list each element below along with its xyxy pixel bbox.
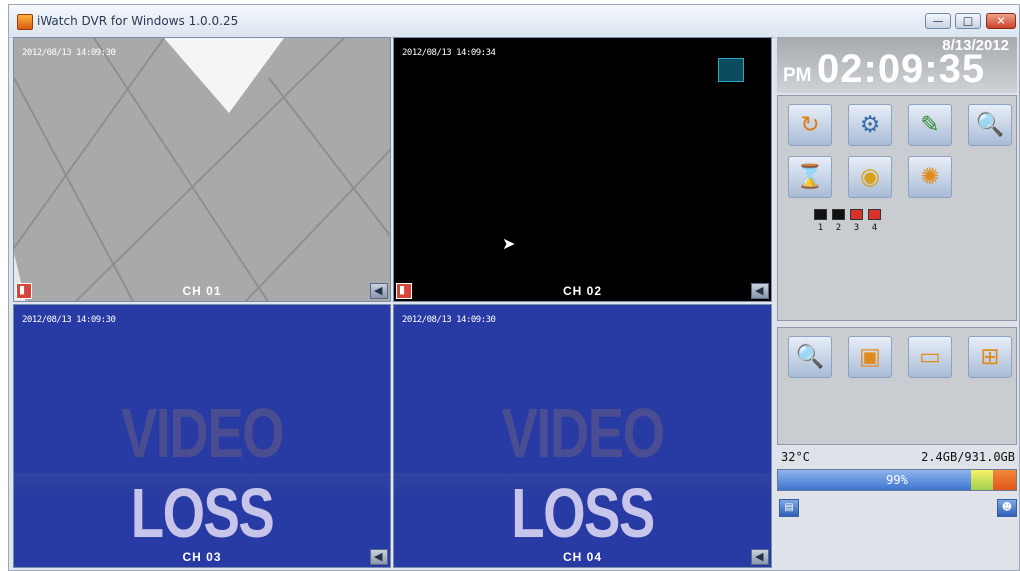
channel-label: CH 01 — [182, 284, 222, 298]
clock-display: 8/13/2012 PM 02:09:35 — [777, 37, 1017, 93]
log-button[interactable]: ✎ — [908, 104, 952, 146]
audio-toggle-button[interactable]: ◀ — [370, 283, 388, 299]
single-view-button[interactable]: ▣ — [848, 336, 892, 378]
close-icon: ✕ — [996, 14, 1006, 28]
backup-icon: ⌛ — [795, 164, 825, 190]
camera-timestamp: 2012/08/13 14:09:30 — [22, 315, 116, 325]
user-icon: ☻ — [1001, 502, 1013, 513]
full-view-button[interactable]: ▭ — [908, 336, 952, 378]
zoom-button[interactable]: 🔍 — [788, 336, 832, 378]
hdd-usage-percent: 99% — [886, 473, 908, 487]
channel-status-indicator — [868, 209, 881, 220]
speaker-icon: ◀ — [755, 284, 764, 297]
video-loss-text: VIDEO LOSS — [120, 394, 285, 552]
search-icon: 🔍 — [975, 112, 1005, 138]
maximize-icon: □ — [962, 14, 974, 28]
single-view-icon: ▣ — [859, 344, 881, 370]
channel-number: 4 — [871, 223, 878, 233]
camera-view-ch01[interactable]: 2012/08/13 14:09:30 ▮ CH 01 ◀ — [13, 37, 391, 302]
channel-label: CH 02 — [562, 284, 602, 298]
dvr-window: iWatch DVR for Windows 1.0.0.25 — □ ✕ 20… — [8, 4, 1020, 571]
network-button[interactable]: ⚙ — [848, 104, 892, 146]
audio-toggle-button[interactable]: ◀ — [751, 549, 769, 565]
search-button[interactable]: 🔍 — [968, 104, 1012, 146]
network-settings-button[interactable]: ▤ — [779, 499, 799, 517]
video-loss-text: VIDEO LOSS — [501, 394, 665, 552]
network-icon: ⚙ — [859, 112, 881, 138]
quad-view-icon: ⊞ — [980, 344, 1000, 370]
channel-status-indicator — [832, 209, 845, 220]
monitor-icon: ▤ — [784, 502, 794, 513]
channel-label: CH 04 — [562, 550, 602, 564]
full-view-icon: ▭ — [919, 344, 941, 370]
audio-toggle-button[interactable]: ◀ — [751, 283, 769, 299]
user-button[interactable]: ☻ — [997, 499, 1017, 517]
minimize-button[interactable]: — — [925, 13, 951, 29]
camera-timestamp: 2012/08/13 14:09:34 — [402, 48, 496, 58]
channel-status-indicator — [814, 209, 827, 220]
quad-view-button[interactable]: ⊞ — [968, 336, 1012, 378]
speaker-icon: ◀ — [374, 284, 383, 297]
close-button[interactable]: ✕ — [986, 13, 1016, 29]
speaker-icon: ◀ — [374, 550, 383, 563]
network-status-icon — [718, 58, 744, 82]
log-icon: ✎ — [920, 112, 940, 138]
backup-button[interactable]: ⌛ — [788, 156, 832, 198]
hdd-usage-bar: 99% — [777, 469, 1017, 491]
view-panel: 🔍 ▣ ▭ ⊞ — [777, 327, 1017, 445]
window-title: iWatch DVR for Windows 1.0.0.25 — [37, 14, 239, 28]
camera-view-ch03[interactable]: 2012/08/13 14:09:30 VIDEO LOSS CH 03 ◀ — [13, 304, 391, 568]
channel-number: 3 — [853, 223, 860, 233]
hdd-capacity: 2.4GB/931.0GB — [921, 450, 1015, 464]
clock-time: 02:09:35 — [817, 47, 986, 91]
camera-timestamp: 2012/08/13 14:09:30 — [22, 48, 116, 58]
zoom-icon: 🔍 — [795, 344, 825, 370]
playback-icon: ↻ — [800, 112, 820, 138]
camera-view-ch04[interactable]: 2012/08/13 14:09:30 VIDEO LOSS CH 04 ◀ — [393, 304, 772, 568]
ptz-button[interactable]: ◉ — [848, 156, 892, 198]
channel-status-indicator — [850, 209, 863, 220]
playback-button[interactable]: ↻ — [788, 104, 832, 146]
channel-number: 1 — [817, 223, 824, 233]
app-logo-icon — [17, 14, 33, 30]
speaker-icon: ◀ — [755, 550, 764, 563]
channel-label: CH 03 — [182, 550, 222, 564]
title-bar[interactable]: iWatch DVR for Windows 1.0.0.25 — □ ✕ — [9, 5, 1019, 38]
settings-icon: ✺ — [920, 164, 940, 190]
audio-toggle-button[interactable]: ◀ — [370, 549, 388, 565]
function-panel: ↻ ⚙ ✎ 🔍 ⌛ ◉ ✺ 1 2 3 4 — [777, 95, 1017, 321]
camera-timestamp: 2012/08/13 14:09:30 — [402, 315, 496, 325]
ptz-icon: ◉ — [859, 164, 881, 190]
hdd-temperature: 32°C — [781, 450, 810, 464]
settings-button[interactable]: ✺ — [908, 156, 952, 198]
control-panel: 8/13/2012 PM 02:09:35 ↻ ⚙ ✎ 🔍 ⌛ ◉ ✺ 1 2 … — [775, 37, 1019, 570]
camera-view-ch02[interactable]: 2012/08/13 14:09:34 ➤ ▮ CH 02 ◀ — [393, 37, 772, 302]
minimize-icon: — — [932, 14, 944, 28]
channel-number: 2 — [835, 223, 842, 233]
maximize-button[interactable]: □ — [955, 13, 981, 29]
mouse-cursor-icon: ➤ — [502, 234, 516, 253]
ceiling-scene — [14, 38, 390, 301]
clock-ampm: PM — [783, 65, 812, 86]
